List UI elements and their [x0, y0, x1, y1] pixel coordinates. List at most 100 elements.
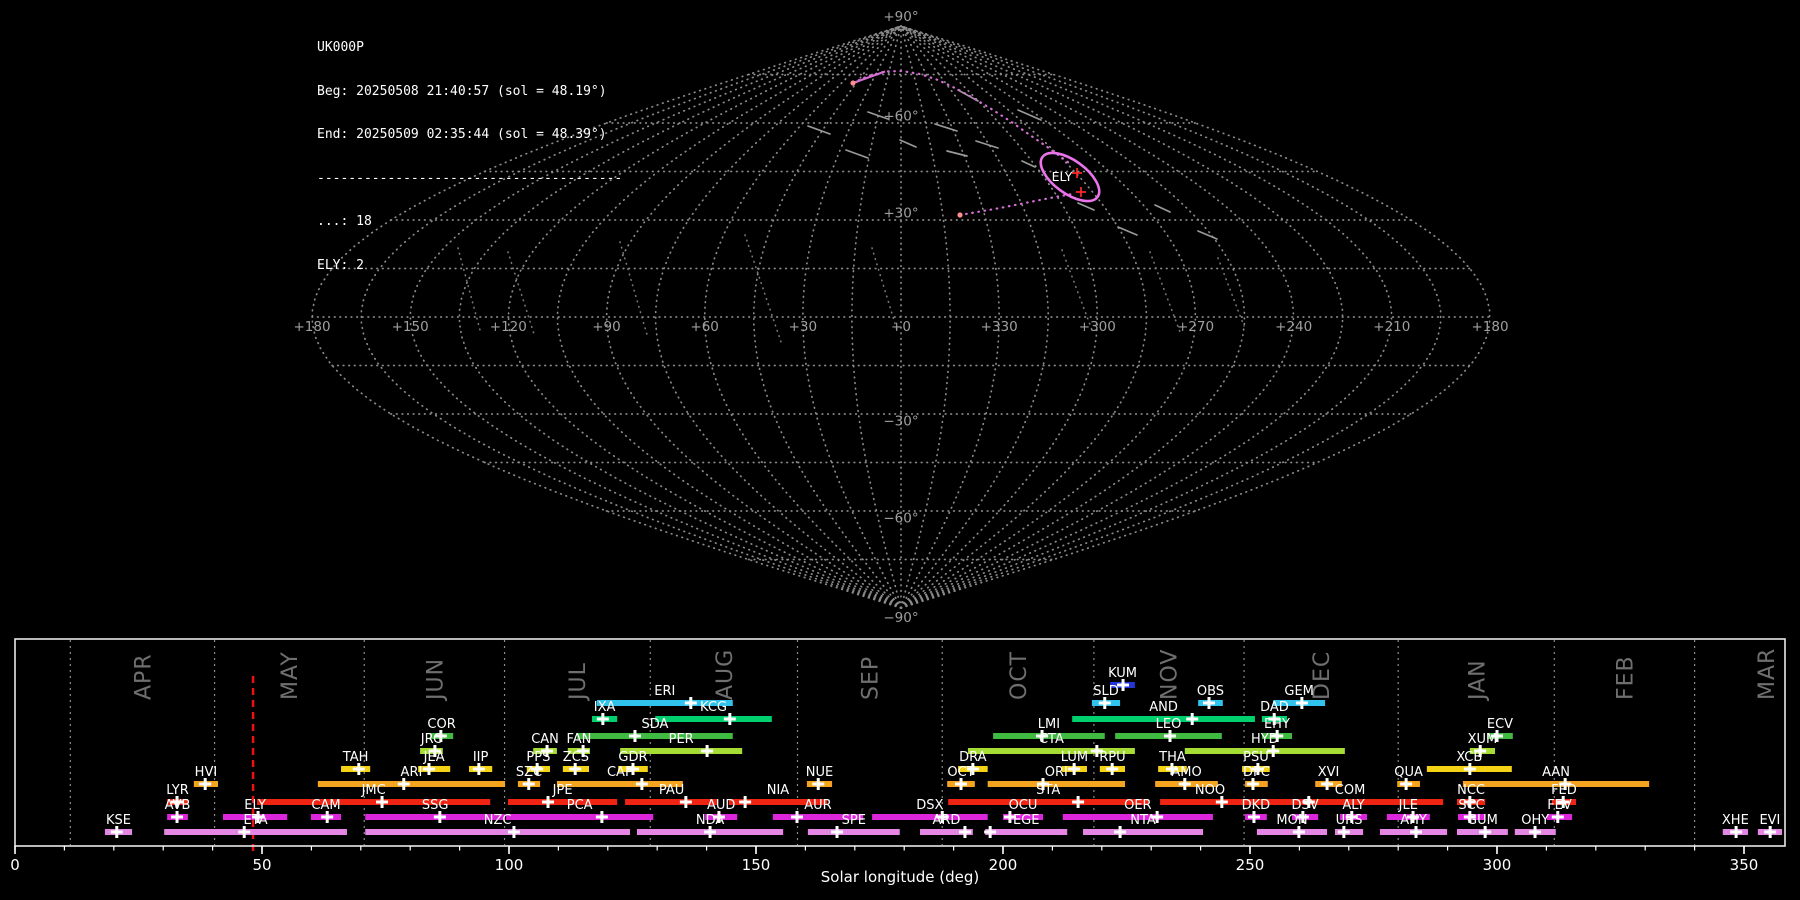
begin-time: Beg: 20250508 21:40:57 (sol = 48.19°): [317, 83, 607, 99]
shower-label-XUM: XUM: [1468, 732, 1498, 747]
shower-label-LYR: LYR: [166, 783, 189, 798]
shower-label-MON: MON: [1276, 813, 1307, 828]
shower-label-RPU: RPU: [1099, 750, 1125, 765]
shower-label-EVI: EVI: [1759, 813, 1780, 828]
camera-id: UK000P: [317, 40, 364, 55]
shower-label-SDA: SDA: [642, 717, 669, 732]
longitude-label: +0: [891, 319, 911, 335]
shower-bar-SDA: [577, 733, 733, 739]
sporadic-meteors: [807, 89, 1218, 240]
shower-meteor-cross: [1072, 168, 1082, 178]
shower-bar-KCG: [655, 716, 772, 722]
shower-label-ZCS: ZCS: [563, 750, 589, 765]
latitude-label: +90°: [883, 9, 918, 25]
shower-label-AUR: AUR: [804, 798, 831, 813]
longitude-label: +210: [1373, 319, 1410, 335]
meteor-trail: [958, 192, 1077, 217]
secondary-grid-segment: [744, 234, 783, 346]
shower-label-IIP: IIP: [473, 750, 489, 765]
shower-label-PPS: PPS: [526, 750, 550, 765]
shower-label-CTA: CTA: [1039, 732, 1064, 747]
shower-label-SZC: SZC: [516, 765, 542, 780]
shower-label-JLE: JLE: [1398, 798, 1418, 813]
shower-label-PSU: PSU: [1243, 750, 1269, 765]
shower-label-THA: THA: [1158, 750, 1186, 765]
longitude-label: +270: [1177, 319, 1214, 335]
shower-label-SLD: SLD: [1093, 684, 1119, 699]
shower-label-JEA: JEA: [423, 750, 445, 765]
shower-bar-NZC: [365, 829, 631, 835]
x-axis: 0 50 100 150 200 250 300 350 Solar longitude (de…: [10, 846, 1758, 886]
tick-label: 200: [989, 856, 1018, 874]
shower-label-DKD: DKD: [1242, 798, 1271, 813]
shower-label-OHY: OHY: [1521, 813, 1549, 828]
month-label: FEB: [1613, 655, 1638, 700]
shower-label-XHE: XHE: [1722, 813, 1749, 828]
shower-label-HVI: HVI: [195, 765, 218, 780]
sporadic-meteor-dash: [845, 149, 869, 159]
sporadic-meteor-dash: [1154, 204, 1171, 213]
longitude-label: +180: [293, 319, 330, 335]
shower-label-JMC: JMC: [361, 783, 386, 798]
shower-label-CAP: CAP: [607, 765, 633, 780]
longitude-label: +60: [690, 319, 719, 335]
month-label: NOV: [1157, 649, 1182, 700]
longitude-label: +150: [392, 319, 429, 335]
shower-label-FAN: FAN: [566, 732, 591, 747]
shower-label-NTA: NTA: [1130, 813, 1156, 828]
shower-bar-JMC: [257, 799, 491, 805]
longitude-label: +90: [592, 319, 621, 335]
shower-label-NUE: NUE: [806, 765, 833, 780]
tick-label: 0: [10, 856, 20, 874]
shower-label-KCG: KCG: [700, 700, 727, 715]
shower-bar-EGE: [985, 829, 1068, 835]
radiant-activity-screenshot: +180 +150 +120 +90 +60 +30 +0 +330 +300 +270 +240 +…: [0, 0, 1800, 900]
shower-bar-NTA: [1083, 829, 1204, 835]
shower-label-AAN: AAN: [1542, 765, 1570, 780]
sporadic-meteor-dash: [934, 123, 958, 132]
shower-label-GEM: GEM: [1284, 684, 1314, 699]
sporadic-meteor-dash: [1077, 202, 1095, 211]
shower-label-SCC: SCC: [1458, 798, 1484, 813]
secondary-grid-segment: [1061, 249, 1093, 331]
shower-label-XVI: XVI: [1318, 765, 1340, 780]
x-axis-title: Solar longitude (deg): [821, 868, 979, 886]
shower-label-JPE: JPE: [552, 783, 573, 798]
secondary-grid-segment: [619, 241, 649, 339]
month-label: MAR: [1755, 648, 1780, 700]
shower-label-OCU: OCU: [1009, 798, 1038, 813]
shower-label-NOO: NOO: [1195, 783, 1225, 798]
shower-label-COR: COR: [427, 717, 455, 732]
shower-label-HYD: HYD: [1251, 732, 1279, 747]
sporadic-count: ...: 18: [317, 214, 372, 229]
shower-label-AVB: AVB: [165, 798, 191, 813]
observation-header: UK000P Beg: 20250508 21:40:57 (sol = 48.…: [317, 12, 622, 302]
shower-label-GUM: GUM: [1467, 813, 1498, 828]
latitude-label: +60°: [883, 109, 918, 125]
sporadic-meteor-dash: [807, 125, 831, 135]
sporadic-meteor-dash: [1117, 226, 1138, 236]
shower-label-JRC: JRC: [420, 732, 442, 747]
longitude-label: +330: [981, 319, 1018, 335]
month-label: AUG: [713, 649, 738, 700]
shower-bar-JPE: [508, 799, 618, 805]
shower-label-EHY: EHY: [1264, 717, 1290, 732]
shower-label-CAN: CAN: [531, 732, 559, 747]
tick-label: 350: [1730, 856, 1759, 874]
shower-label-NZC: NZC: [484, 813, 512, 828]
tick-label: 50: [252, 856, 271, 874]
shower-label-AHY: AHY: [1400, 813, 1427, 828]
shower-label-SPE: SPE: [842, 813, 866, 828]
shower-label-GDR: GDR: [618, 750, 647, 765]
shower-label-EGE: EGE: [1013, 813, 1040, 828]
secondary-grid-segment: [1149, 251, 1181, 333]
month-label: MAY: [278, 651, 303, 700]
shower-meteor-cross: [1076, 187, 1086, 197]
shower-label-PER: PER: [669, 732, 694, 747]
shower-label-NCC: NCC: [1457, 783, 1485, 798]
sporadic-meteor-dash: [946, 150, 968, 157]
header-separator: ---------------------------------------: [317, 170, 623, 186]
meridian-line: [900, 25, 1246, 609]
shower-bar-ETA: [164, 829, 347, 835]
month-label: APR: [131, 653, 156, 700]
